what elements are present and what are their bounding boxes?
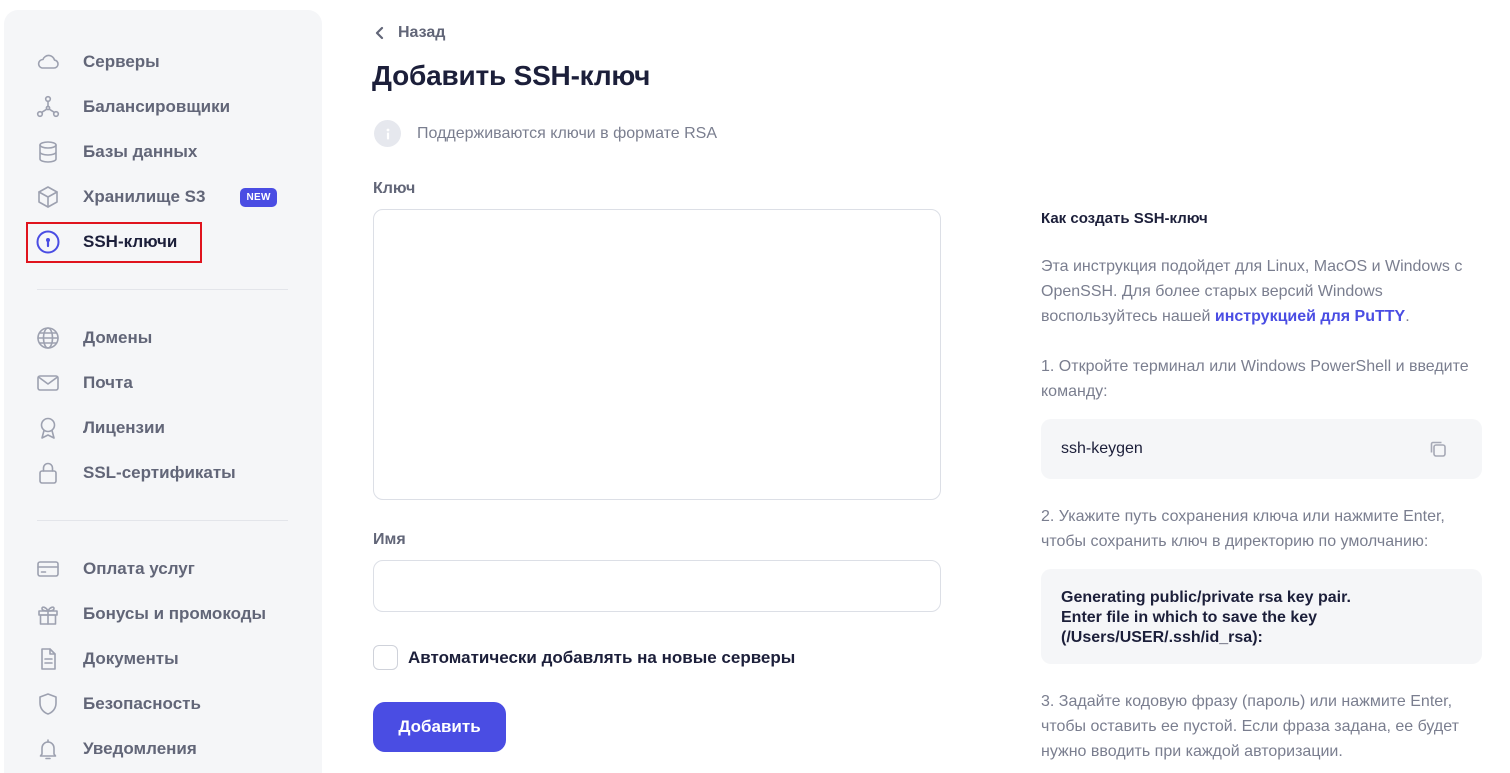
sidebar-item-label: Почта: [83, 373, 133, 392]
back-link[interactable]: Назад: [373, 24, 445, 42]
box-icon: [34, 183, 62, 211]
sidebar-item-mail[interactable]: Почта: [34, 368, 133, 398]
sidebar-item-storage-s3[interactable]: Хранилище S3 NEW: [34, 182, 277, 212]
sidebar-item-licenses[interactable]: Лицензии: [34, 413, 165, 443]
sidebar-item-label: SSL-сертификаты: [83, 463, 236, 482]
command-text: ssh-keygen: [1061, 440, 1143, 457]
sidebar-item-bonuses[interactable]: Бонусы и промокоды: [34, 599, 266, 629]
document-icon: [34, 645, 62, 673]
add-button[interactable]: Добавить: [373, 702, 506, 752]
sidebar-item-payment[interactable]: Оплата услуг: [34, 554, 195, 584]
sidebar-item-label: Документы: [83, 649, 179, 668]
step-1-text: 1. Откройте терминал или Windows PowerSh…: [1041, 358, 1469, 400]
auto-add-checkbox[interactable]: [373, 645, 398, 670]
sidebar-item-servers[interactable]: Серверы: [34, 47, 160, 77]
gift-icon: [34, 600, 62, 628]
name-input[interactable]: [373, 560, 941, 612]
copy-icon[interactable]: [1428, 439, 1448, 459]
sidebar-item-documents[interactable]: Документы: [34, 644, 179, 674]
sidebar-divider: [37, 289, 288, 290]
active-item-highlight: [26, 222, 202, 263]
database-icon: [34, 138, 62, 166]
output-line: Generating public/private rsa key pair.: [1061, 589, 1351, 606]
sidebar-item-label: Балансировщики: [83, 97, 231, 116]
sidebar-item-domains[interactable]: Домены: [34, 323, 152, 353]
auto-add-option[interactable]: Автоматически добавлять на новые серверы: [373, 645, 795, 670]
auto-add-label: Автоматически добавлять на новые серверы: [408, 647, 796, 667]
info-notice: Поддерживаются ключи в формате RSA: [374, 120, 717, 147]
lock-icon: [34, 459, 62, 487]
info-icon: [374, 120, 401, 147]
sidebar-item-notifications[interactable]: Уведомления: [34, 734, 197, 764]
output-box: Generating public/private rsa key pair. …: [1041, 569, 1482, 664]
step-2-text: 2. Укажите путь сохранения ключа или наж…: [1041, 508, 1445, 550]
cloud-icon: [34, 48, 62, 76]
sidebar-item-databases[interactable]: Базы данных: [34, 137, 197, 167]
sidebar-item-ssl[interactable]: SSL-сертификаты: [34, 458, 236, 488]
sidebar-item-label: Лицензии: [83, 418, 165, 437]
sidebar-item-label: Хранилище S3: [83, 187, 206, 206]
output-line: (/Users/USER/.ssh/id_rsa):: [1061, 629, 1263, 646]
instructions-title: Как создать SSH-ключ: [1041, 210, 1208, 227]
sidebar-item-label: Безопасность: [83, 694, 201, 713]
shield-icon: [34, 690, 62, 718]
chevron-left-icon: [373, 26, 387, 40]
info-text: Поддерживаются ключи в формате RSA: [417, 124, 718, 142]
sidebar-item-label: Серверы: [83, 52, 160, 71]
putty-instructions-link[interactable]: инструкцией для PuTTY: [1215, 308, 1405, 325]
sidebar-item-balancers[interactable]: Балансировщики: [34, 92, 230, 122]
balancer-icon: [34, 93, 62, 121]
globe-icon: [34, 324, 62, 352]
sidebar-item-label: Бонусы и промокоды: [83, 604, 267, 623]
new-badge: NEW: [240, 187, 277, 207]
instructions-intro: Эта инструкция подойдет для Linux, MacOS…: [1041, 254, 1486, 329]
sidebar-item-label: Домены: [83, 328, 153, 347]
key-label: Ключ: [373, 180, 416, 197]
intro-end: .: [1405, 308, 1410, 325]
key-textarea[interactable]: [373, 209, 941, 500]
sidebar-item-label: Базы данных: [83, 142, 198, 161]
step-3-text: 3. Задайте кодовую фразу (пароль) или на…: [1041, 693, 1459, 760]
card-icon: [34, 555, 62, 583]
command-box: ssh-keygen: [1041, 419, 1482, 479]
mail-icon: [34, 369, 62, 397]
sidebar-item-security[interactable]: Безопасность: [34, 689, 201, 719]
output-line: Enter file in which to save the key: [1061, 609, 1318, 626]
sidebar-item-label: Оплата услуг: [83, 559, 195, 578]
name-label: Имя: [373, 531, 406, 548]
back-label: Назад: [398, 24, 446, 41]
sidebar-divider: [37, 520, 288, 521]
sidebar-item-label: Уведомления: [83, 739, 197, 758]
page-title: Добавить SSH-ключ: [372, 60, 651, 91]
award-icon: [34, 414, 62, 442]
bell-icon: [34, 735, 62, 763]
